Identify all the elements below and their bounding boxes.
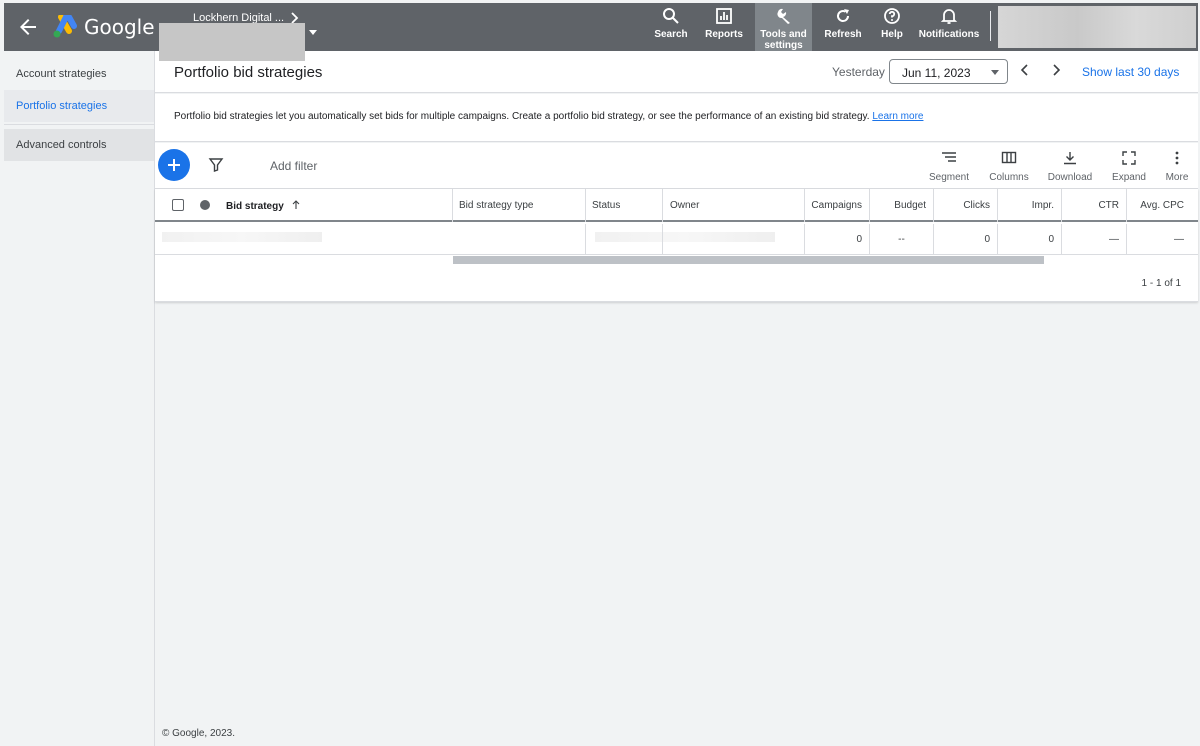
sidebar: Account strategies Portfolio strategies … (4, 51, 154, 746)
expand-label: Expand (1112, 172, 1146, 183)
sidebar-divider (4, 124, 154, 125)
account-dropdown-caret-icon[interactable] (309, 30, 317, 35)
info-text: Portfolio bid strategies let you automat… (174, 111, 873, 122)
info-banner: Portfolio bid strategies let you automat… (155, 94, 1198, 142)
add-filter-button[interactable]: Add filter (270, 159, 317, 173)
cell-ctr: — (1062, 224, 1127, 255)
segment-button[interactable]: Segment (928, 150, 970, 183)
cell-status (586, 224, 663, 255)
cell-avg-cpc: — (1174, 234, 1184, 245)
table-header-row: Bid strategy Bid strategy type Status Ow… (155, 189, 1198, 222)
column-header-bid-strategy[interactable]: Bid strategy (226, 189, 453, 222)
redacted-bid-strategy-name (162, 232, 322, 242)
table-toolbar: Add filter Segment Columns Download Expa… (155, 143, 1198, 189)
profile-redacted[interactable] (998, 6, 1196, 48)
column-header-avg-cpc[interactable]: Avg. CPC (1127, 189, 1191, 222)
download-button[interactable]: Download (1046, 150, 1094, 183)
filter-icon[interactable] (208, 157, 224, 173)
wrench-icon (776, 8, 790, 24)
chevron-down-icon (991, 70, 999, 75)
select-all-checkbox[interactable] (172, 199, 184, 211)
nav-search-label: Search (654, 29, 688, 40)
copyright-footer: © Google, 2023. (162, 728, 235, 739)
nav-refresh[interactable]: Refresh (819, 3, 867, 51)
refresh-icon (837, 9, 850, 22)
column-header-status[interactable]: Status (586, 189, 663, 222)
column-header-budget[interactable]: Budget (870, 189, 934, 222)
horizontal-scrollbar[interactable] (453, 256, 1044, 264)
sidebar-item-portfolio-strategies[interactable]: Portfolio strategies (4, 90, 154, 122)
search-icon (663, 8, 679, 24)
table-row[interactable]: 0 -- 0 0 — — (155, 224, 1198, 255)
more-vert-icon (1175, 151, 1179, 165)
page-title: Portfolio bid strategies (174, 64, 323, 81)
pagination-label: 1 - 1 of 1 (1141, 278, 1181, 289)
bell-icon (940, 9, 958, 24)
back-arrow-icon[interactable] (16, 15, 40, 39)
column-header-campaigns[interactable]: Campaigns (805, 189, 870, 222)
account-id-redacted (159, 23, 305, 61)
help-icon (884, 8, 900, 24)
download-icon (1064, 152, 1076, 165)
google-ads-logo-icon (53, 15, 77, 38)
column-header-owner[interactable]: Owner (663, 189, 805, 222)
status-dot-icon (200, 200, 210, 210)
plus-icon (168, 159, 180, 171)
sidebar-item-account-strategies[interactable]: Account strategies (4, 58, 154, 90)
bid-strategies-table: Bid strategy Bid strategy type Status Ow… (155, 189, 1198, 302)
nav-help-label: Help (881, 29, 903, 40)
nav-divider (990, 11, 991, 41)
previous-period-icon[interactable] (1017, 62, 1033, 78)
expand-icon (1122, 151, 1136, 165)
expand-button[interactable]: Expand (1110, 150, 1148, 183)
sort-ascending-icon (292, 200, 299, 209)
nav-search[interactable]: Search (649, 3, 693, 51)
cell-impr: 0 (998, 224, 1062, 255)
nav-tools-label: Tools and settings (760, 29, 807, 51)
nav-reports-label: Reports (705, 29, 743, 40)
column-header-label: Bid strategy (226, 201, 284, 212)
date-picker[interactable]: Jun 11, 2023 (889, 59, 1008, 84)
nav-notifications[interactable]: Notifications (916, 3, 982, 51)
add-button[interactable] (158, 149, 190, 181)
more-button[interactable]: More (1162, 150, 1192, 183)
columns-button[interactable]: Columns (987, 150, 1031, 183)
download-label: Download (1047, 172, 1093, 183)
segment-icon (942, 152, 956, 162)
columns-icon (1001, 151, 1017, 164)
show-last-30-days-link[interactable]: Show last 30 days (1082, 65, 1179, 79)
cell-owner (663, 224, 805, 255)
top-bar: Google Ads Lockhern Digital ... Search R… (4, 3, 1198, 61)
more-label: More (1165, 172, 1189, 183)
nav-refresh-label: Refresh (824, 29, 862, 40)
column-header-ctr[interactable]: CTR (1062, 189, 1127, 222)
sidebar-item-advanced-controls[interactable]: Advanced controls (4, 129, 154, 161)
nav-tools-and-settings[interactable]: Tools and settings (755, 3, 812, 51)
nav-notifications-label: Notifications (918, 29, 980, 40)
column-header-bid-strategy-type[interactable]: Bid strategy type (453, 189, 586, 222)
page-header: Portfolio bid strategies Yesterday Jun 1… (155, 51, 1198, 93)
cell-bid-strategy-type (453, 224, 586, 255)
column-header-impr[interactable]: Impr. (998, 189, 1062, 222)
nav-help[interactable]: Help (874, 3, 910, 51)
nav-reports[interactable]: Reports (699, 3, 749, 51)
reports-icon (716, 8, 732, 24)
date-picker-value: Jun 11, 2023 (902, 66, 971, 80)
cell-clicks: 0 (934, 224, 998, 255)
learn-more-link[interactable]: Learn more (872, 111, 923, 122)
column-header-clicks[interactable]: Clicks (934, 189, 998, 222)
next-period-icon[interactable] (1048, 62, 1064, 78)
date-range-label: Yesterday (832, 65, 885, 79)
segment-label: Segment (928, 172, 970, 183)
product-name: Google Ads (84, 15, 160, 39)
cell-campaigns: 0 (805, 224, 870, 255)
columns-label: Columns (989, 172, 1029, 183)
cell-budget: -- (870, 224, 934, 255)
